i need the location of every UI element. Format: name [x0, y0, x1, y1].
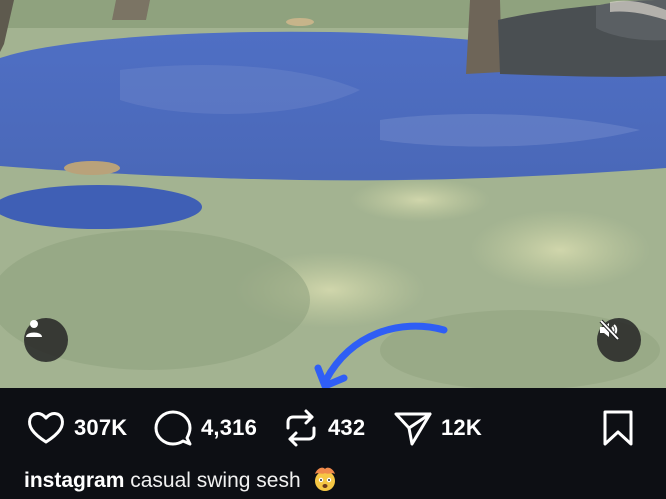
caption-text: casual swing sesh	[130, 469, 301, 492]
comment-count: 4,316	[201, 415, 258, 440]
user-tag-button[interactable]	[24, 318, 68, 362]
like-count: 307K	[74, 415, 128, 440]
speaker-muted-icon	[599, 319, 620, 341]
send-icon	[394, 412, 432, 446]
action-bar: 307K 4,316 432 12K	[0, 388, 666, 468]
post-video[interactable]	[0, 0, 666, 388]
mute-toggle-button[interactable]	[597, 318, 641, 362]
like-action[interactable]: 307K	[26, 406, 127, 450]
repost-action[interactable]: 432	[282, 406, 365, 450]
comment-action[interactable]: 4,316	[153, 406, 257, 450]
repost-count: 432	[328, 415, 366, 440]
exploding-head-emoji-icon	[315, 467, 336, 491]
repost-icon	[286, 409, 316, 447]
share-count: 12K	[441, 415, 482, 440]
comment-icon	[154, 410, 192, 446]
save-button[interactable]	[600, 406, 636, 450]
caption-username[interactable]: instagram	[24, 469, 124, 492]
bookmark-icon	[603, 410, 633, 446]
post-caption: instagram casual swing sesh	[24, 466, 338, 493]
person-icon	[26, 320, 42, 337]
heart-icon	[28, 412, 64, 444]
share-action[interactable]: 12K	[393, 406, 482, 450]
video-frame	[0, 0, 666, 388]
